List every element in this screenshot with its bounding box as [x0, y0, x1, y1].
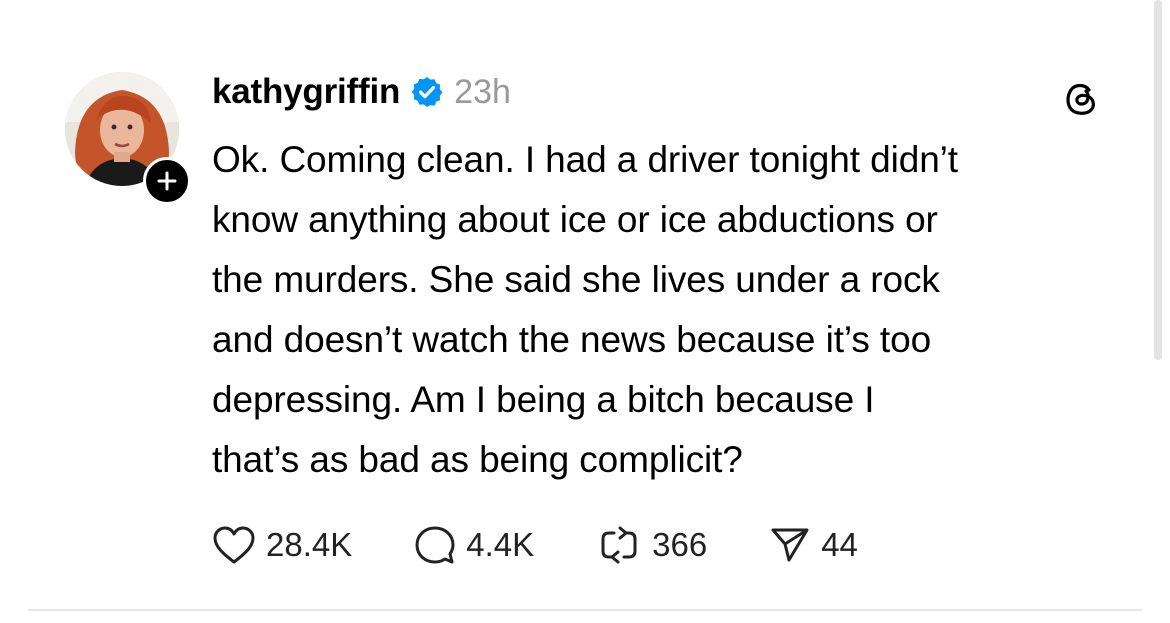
post-body-line: Ok. Coming clean. I had a driver tonight…	[212, 139, 958, 180]
post-body: Ok. Coming clean. I had a driver tonight…	[212, 130, 1132, 490]
follow-button[interactable]	[143, 157, 191, 205]
post-body-line: and doesn’t watch the news because it’s …	[212, 319, 932, 360]
post-body-line: the murders. She said she lives under a …	[212, 259, 940, 300]
share-count: 44	[821, 526, 858, 563]
verified-badge-icon	[411, 77, 443, 107]
post-divider	[28, 609, 1142, 611]
scrollbar[interactable]	[1154, 0, 1162, 360]
action-bar: 28.4K 4.4K 366 44	[212, 520, 920, 570]
like-button[interactable]: 28.4K	[212, 525, 352, 565]
share-button[interactable]: 44	[769, 524, 858, 566]
repost-icon	[601, 526, 637, 564]
post-body-line: that’s as bad as being complicit?	[212, 439, 743, 480]
username[interactable]: kathygriffin	[212, 72, 400, 112]
plus-icon	[157, 171, 177, 191]
threads-logo-icon[interactable]	[1060, 76, 1104, 120]
post-body-line: know anything about ice or ice abduction…	[212, 199, 938, 240]
comment-count: 4.4K	[466, 526, 535, 563]
send-icon	[771, 528, 809, 562]
repost-button[interactable]: 366	[596, 525, 707, 565]
avatar-container	[65, 72, 191, 205]
heart-icon	[213, 526, 255, 564]
post-body-line: depressing. Am I being a bitch because I	[212, 379, 875, 420]
thread-post: kathygriffin 23h Ok. Coming clean. I had…	[0, 0, 1170, 623]
repost-count: 366	[652, 526, 708, 563]
post-timestamp: 23h	[454, 72, 511, 111]
post-header: kathygriffin 23h	[212, 67, 511, 117]
comment-button[interactable]: 4.4K	[414, 524, 534, 566]
comment-bubble-icon	[415, 526, 455, 564]
like-count: 28.4K	[266, 526, 353, 563]
